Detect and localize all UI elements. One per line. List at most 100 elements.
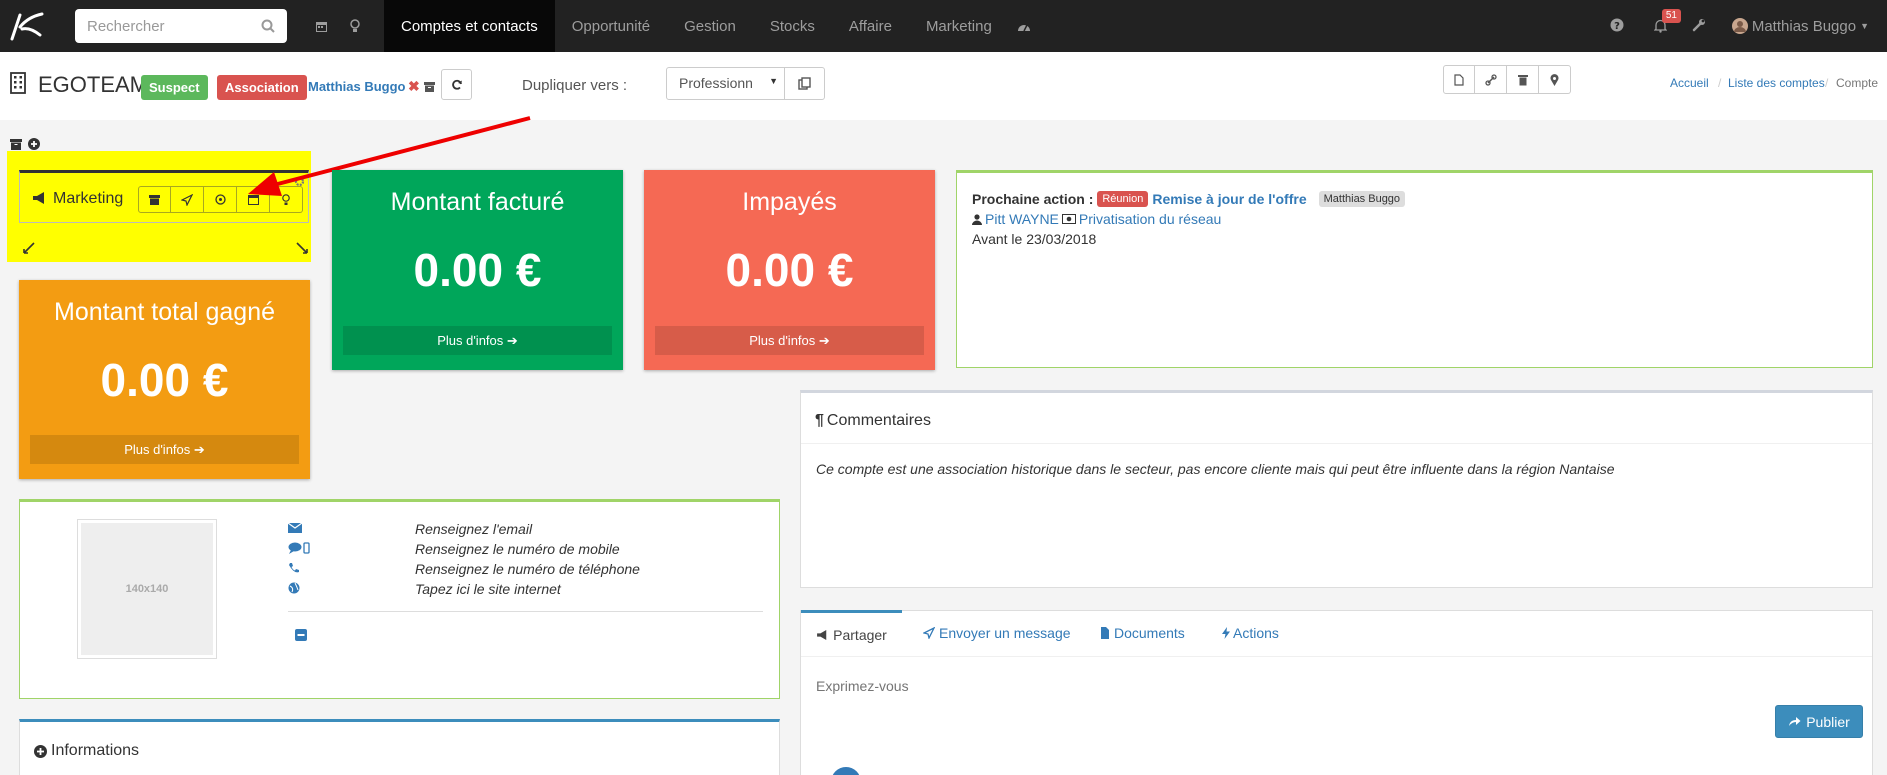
mobile-field[interactable]: Renseignez le numéro de mobile bbox=[415, 541, 620, 557]
informations-panel: Informations bbox=[19, 719, 780, 775]
archive-icon[interactable] bbox=[424, 82, 435, 92]
bolt-icon bbox=[1222, 627, 1230, 639]
won-box: Montant total gagné 0.00 € Plus d'infos … bbox=[19, 280, 310, 479]
refresh-icon bbox=[451, 79, 462, 90]
billed-box: Montant facturé 0.00 € Plus d'infos ➔ bbox=[332, 170, 623, 370]
breadcrumb-compte: Compte bbox=[1836, 76, 1879, 90]
help-icon[interactable]: ? bbox=[1610, 18, 1624, 35]
billed-more-link[interactable]: Plus d'infos ➔ bbox=[343, 326, 612, 355]
logo-icon bbox=[10, 12, 44, 41]
tab-partager[interactable]: Partager bbox=[801, 610, 902, 656]
nav-affaire[interactable]: Affaire bbox=[832, 0, 909, 52]
breadcrumb-liste-comptes[interactable]: Liste des comptes bbox=[1728, 76, 1825, 90]
user-menu[interactable]: Matthias Buggo ▼ bbox=[1731, 18, 1869, 35]
refresh-button[interactable] bbox=[441, 69, 472, 100]
archive-widgets-icon[interactable] bbox=[10, 139, 22, 150]
lightbulb-nav-icon[interactable] bbox=[350, 19, 360, 33]
billed-value: 0.00 € bbox=[413, 244, 542, 296]
billed-more-label: Plus d'infos bbox=[437, 333, 504, 348]
search-icon[interactable] bbox=[261, 19, 275, 33]
divider bbox=[288, 611, 763, 612]
widget-send-button[interactable] bbox=[171, 186, 204, 213]
nav-opportunite[interactable]: Opportunité bbox=[555, 0, 667, 52]
resize-handle-icon[interactable] bbox=[295, 241, 309, 255]
select-caret-icon: ▼ bbox=[769, 76, 778, 86]
phone-field[interactable]: Renseignez le numéro de téléphone bbox=[415, 561, 640, 577]
delete-button[interactable] bbox=[1507, 65, 1539, 94]
duplicate-button[interactable] bbox=[784, 67, 825, 100]
calendar-nav-icon[interactable] bbox=[315, 20, 328, 33]
map-marker-icon bbox=[1550, 73, 1559, 86]
website-field[interactable]: Tapez ici le site internet bbox=[415, 581, 561, 597]
project-link[interactable]: Privatisation du réseau bbox=[1079, 211, 1221, 227]
email-field[interactable]: Renseignez l'email bbox=[415, 521, 532, 537]
informations-header[interactable]: Informations bbox=[34, 742, 139, 760]
unpaid-more-link[interactable]: Plus d'infos ➔ bbox=[655, 326, 924, 355]
paper-plane-icon bbox=[181, 193, 193, 206]
comments-panel: ¶ Commentaires Ce compte est une associa… bbox=[800, 390, 1873, 588]
search-input[interactable] bbox=[87, 17, 247, 35]
map-button[interactable] bbox=[1539, 65, 1571, 94]
won-more-link[interactable]: Plus d'infos ➔ bbox=[30, 435, 299, 464]
tab-actions[interactable]: Actions bbox=[1222, 625, 1279, 641]
marketing-widget-label: Marketing bbox=[53, 190, 124, 207]
money-icon bbox=[1061, 214, 1076, 224]
bullhorn-icon bbox=[33, 192, 44, 204]
envelope-icon bbox=[288, 523, 302, 533]
contact-link[interactable]: Pitt WAYNE bbox=[985, 211, 1059, 227]
target-icon bbox=[214, 194, 226, 205]
pdf-button[interactable] bbox=[1443, 65, 1475, 94]
notifications-count-badge: 51 bbox=[1661, 9, 1681, 23]
tab-documents[interactable]: Documents bbox=[1100, 625, 1185, 641]
tab-partager-label: Partager bbox=[833, 626, 887, 643]
expand-left-icon[interactable] bbox=[22, 241, 36, 255]
link-button[interactable] bbox=[1475, 65, 1507, 94]
wrench-icon[interactable] bbox=[1692, 18, 1706, 35]
caret-down-icon: ▼ bbox=[1860, 21, 1869, 31]
nav-gestion[interactable]: Gestion bbox=[667, 0, 753, 52]
unpaid-value: 0.00 € bbox=[725, 244, 854, 296]
comments-header: ¶ Commentaires bbox=[815, 412, 931, 430]
search-box bbox=[75, 9, 287, 43]
vcard-icon[interactable] bbox=[295, 629, 307, 641]
tab-actions-label: Actions bbox=[1233, 625, 1279, 641]
add-widget-icon[interactable] bbox=[28, 138, 40, 150]
trash-icon bbox=[1517, 74, 1528, 85]
building-icon bbox=[10, 72, 26, 94]
duplicate-select[interactable]: Professionn ▼ bbox=[666, 67, 785, 100]
unpaid-title: Impayés bbox=[742, 188, 837, 216]
remove-owner-icon[interactable]: ✖ bbox=[408, 78, 420, 95]
publish-button[interactable]: Publier bbox=[1775, 705, 1863, 738]
won-value: 0.00 € bbox=[100, 354, 229, 406]
comments-title: Commentaires bbox=[826, 412, 931, 429]
won-more-label: Plus d'infos bbox=[124, 442, 191, 457]
globe-icon bbox=[288, 582, 300, 594]
app-logo[interactable] bbox=[0, 0, 52, 52]
status-badge: Suspect bbox=[141, 75, 208, 100]
widget-archive-button[interactable] bbox=[138, 186, 171, 213]
owner-link[interactable]: Matthias Buggo bbox=[308, 79, 406, 94]
nav-stocks[interactable]: Stocks bbox=[753, 0, 832, 52]
share-arrow-icon bbox=[1789, 717, 1801, 726]
account-image[interactable]: 140x140 bbox=[77, 519, 217, 659]
dashboard-icon[interactable] bbox=[1017, 20, 1031, 32]
share-panel: Partager Envoyer un message Documents Ac… bbox=[800, 610, 1873, 775]
paragraph-icon: ¶ bbox=[815, 412, 824, 429]
nav-marketing[interactable]: Marketing bbox=[909, 0, 1009, 52]
billed-title: Montant facturé bbox=[390, 188, 565, 216]
notifications[interactable]: 51 bbox=[1653, 0, 1684, 52]
archive-icon bbox=[149, 194, 160, 205]
breadcrumb-accueil[interactable]: Accueil bbox=[1670, 76, 1709, 90]
record-actions bbox=[1443, 65, 1571, 94]
type-badge: Association bbox=[217, 75, 307, 100]
comments-text[interactable]: Ce compte est une association historique… bbox=[816, 461, 1614, 477]
tab-envoyer-message[interactable]: Envoyer un message bbox=[923, 625, 1071, 641]
share-input[interactable] bbox=[816, 673, 1856, 699]
next-action-title[interactable]: Remise à jour de l'offre bbox=[1152, 191, 1306, 207]
widget-target-button[interactable] bbox=[204, 186, 237, 213]
link-icon bbox=[1484, 73, 1497, 86]
paper-plane-icon bbox=[923, 627, 935, 639]
nav-comptes-contacts[interactable]: Comptes et contacts bbox=[384, 0, 555, 52]
contact-panel: 140x140 Renseignez l'email Renseignez le… bbox=[19, 499, 780, 699]
top-navbar: Comptes et contacts Opportunité Gestion … bbox=[0, 0, 1887, 52]
